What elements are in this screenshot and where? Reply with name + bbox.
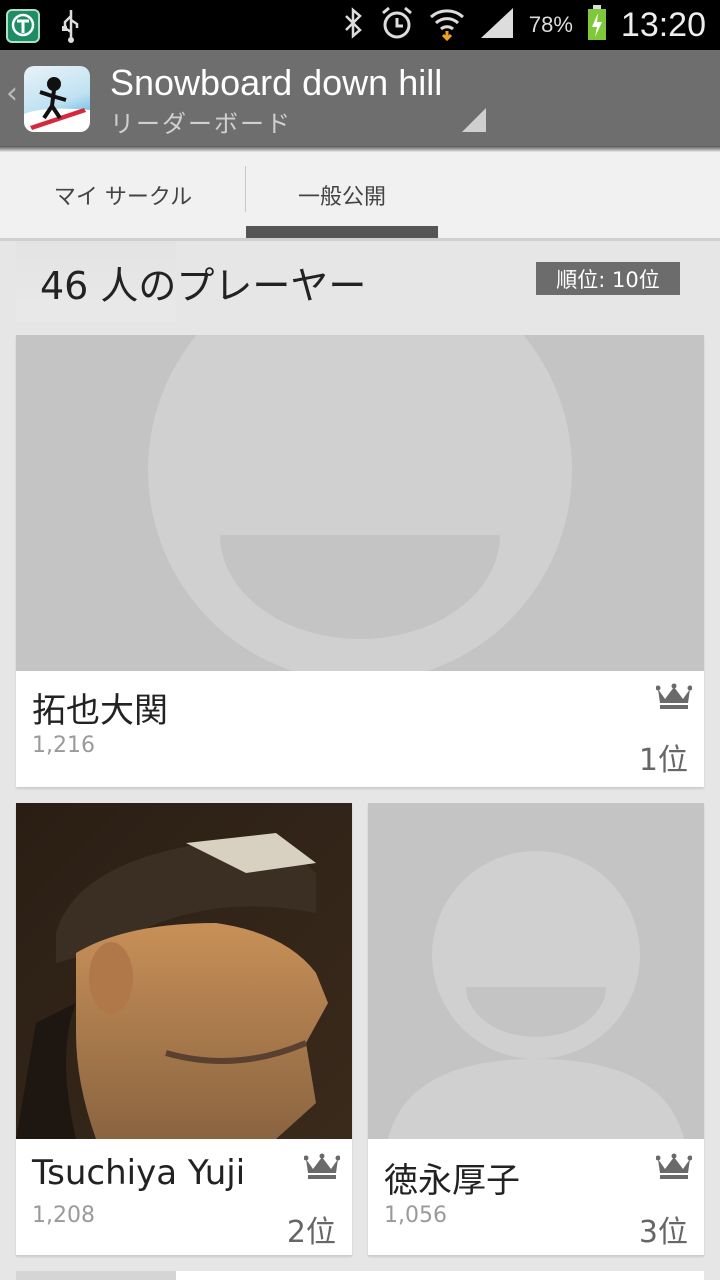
tab-bar: マイ サークル 一般公開: [0, 152, 720, 238]
player-photo: [16, 803, 352, 1139]
status-bar: 78% 13:20: [0, 0, 720, 50]
default-avatar: [368, 803, 704, 1139]
player-rank: 2位: [286, 1215, 336, 1250]
tab-my-circles[interactable]: マイ サークル: [0, 152, 246, 238]
app-icon[interactable]: [24, 66, 90, 132]
dropdown-indicator-icon[interactable]: [462, 108, 486, 132]
default-avatar: [16, 335, 704, 671]
wifi-icon: [429, 5, 465, 45]
player-name: 徳永厚子: [384, 1161, 520, 1201]
bluetooth-icon: [343, 6, 365, 44]
app-title[interactable]: Snowboard down hill: [110, 62, 442, 104]
leaderboard-card-partial[interactable]: [16, 1271, 704, 1280]
back-chevron-icon[interactable]: ‹: [6, 76, 18, 111]
signal-icon: [479, 6, 515, 44]
player-rank: 3位: [638, 1215, 688, 1250]
player-photo-partial: [16, 1271, 176, 1280]
usb-icon: [58, 8, 84, 48]
app-subtitle[interactable]: リーダーボード: [110, 104, 292, 139]
clock: 13:20: [620, 5, 706, 44]
player-name: 拓也大関: [32, 691, 168, 731]
battery-percent: 78%: [528, 12, 573, 37]
player-rank: 1位: [638, 743, 688, 778]
selected-tab-indicator: [246, 226, 438, 238]
leaderboard-card[interactable]: 拓也大関 1,216 1位: [16, 335, 704, 787]
app-bar: ‹ Snowboard down hill リーダーボード: [0, 50, 720, 146]
player-score: 1,208: [32, 1203, 95, 1228]
player-score: 1,056: [384, 1203, 447, 1228]
players-count: 46 人のプレーヤー: [40, 264, 367, 308]
leaderboard-list[interactable]: 46 人のプレーヤー 順位: 10位 拓也大関 1,216 1位 Tsuchiy…: [0, 241, 720, 1280]
crown-icon: [656, 1153, 692, 1179]
leaderboard-card[interactable]: Tsuchiya Yuji 1,208 2位: [16, 803, 352, 1255]
battery-charging-icon: [587, 5, 607, 45]
shield-app-icon: [6, 9, 40, 47]
crown-icon: [656, 683, 692, 709]
player-score: 1,216: [32, 733, 95, 758]
my-rank-badge[interactable]: 順位: 10位: [536, 262, 680, 295]
alarm-icon: [379, 5, 415, 45]
leaderboard-card[interactable]: 徳永厚子 1,056 3位: [368, 803, 704, 1255]
crown-icon: [304, 1153, 340, 1179]
player-name: Tsuchiya Yuji: [32, 1153, 246, 1193]
